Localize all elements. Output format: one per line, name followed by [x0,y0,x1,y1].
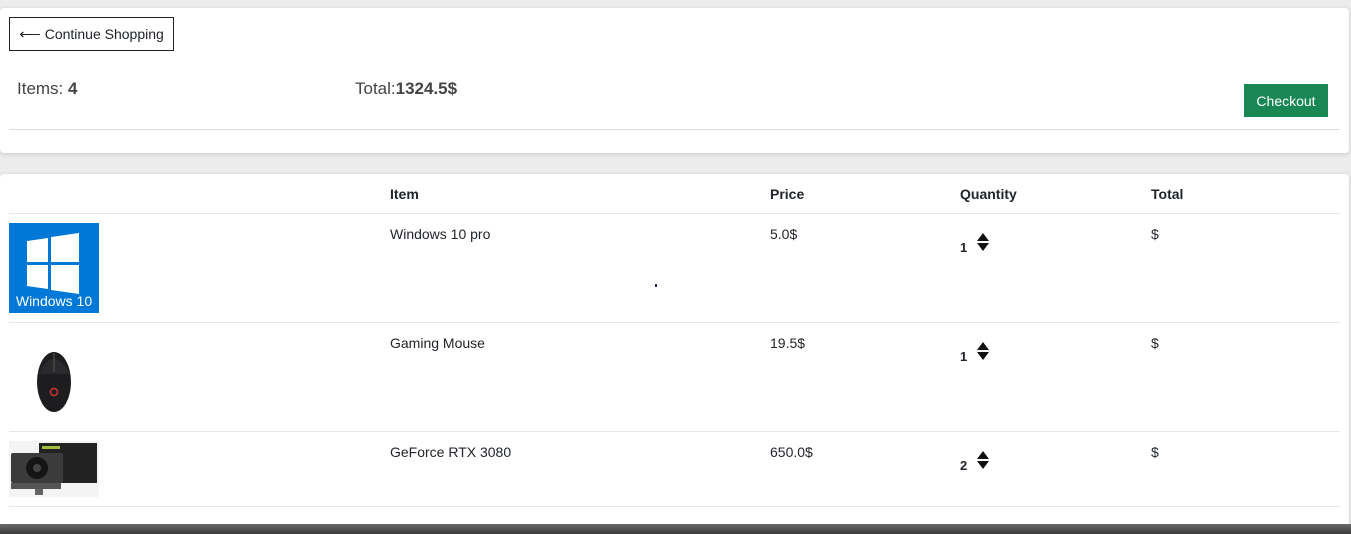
items-count: 4 [68,79,78,98]
item-total: $ [1151,335,1159,351]
windows-10-product-image: Windows 10 [9,223,99,313]
table-row: GeForce RTX 3080 650.0$ 2 $ [9,432,1340,508]
item-price: 19.5$ [770,335,806,351]
quantity-stepper[interactable]: 1 [960,337,990,364]
quantity-spinner[interactable] [977,232,990,251]
item-name: Windows 10 pro [390,226,491,242]
items-label: Items: [17,79,69,98]
continue-shopping-label: Continue Shopping [44,26,164,42]
quantity-spinner[interactable] [977,341,990,360]
total-label: Total: [355,79,396,98]
quantity-spinner[interactable] [977,450,990,469]
cart-total-text: Total:1324.5$ [355,79,457,99]
continue-shopping-button[interactable]: ⟵ Continue Shopping [9,17,174,51]
windows-image-text: Windows 10 [16,293,92,309]
quantity-stepper[interactable]: 1 [960,228,990,255]
increment-icon[interactable] [977,450,990,459]
decrement-icon[interactable] [977,242,990,251]
item-name: Gaming Mouse [390,335,485,351]
arrow-left-icon: ⟵ [19,26,41,43]
stray-mark [655,284,657,287]
cart-summary-card: ⟵ Continue Shopping Items: 4 Total:1324.… [0,8,1349,153]
cart-table-card: Item Price Quantity Total Windows 10 Win… [0,174,1349,526]
items-count-text: Items: 4 [17,79,77,99]
graphics-card-product-image [9,441,99,497]
column-header-quantity: Quantity [960,186,1017,202]
increment-icon[interactable] [977,341,990,350]
table-row: Gaming Mouse 19.5$ 1 $ [9,323,1340,432]
divider [9,129,1340,130]
item-price: 650.0$ [770,444,813,460]
quantity-stepper[interactable]: 2 [960,446,990,473]
checkout-button[interactable]: Checkout [1244,84,1328,117]
total-value: 1324.5$ [395,79,458,98]
quantity-value: 2 [960,458,968,473]
item-total: $ [1151,226,1159,242]
quantity-value: 1 [960,349,968,364]
decrement-icon[interactable] [977,460,990,469]
column-header-price: Price [770,186,805,202]
decrement-icon[interactable] [977,351,990,360]
table-row: Windows 10 Windows 10 pro 5.0$ 1 $ [9,214,1340,323]
quantity-value: 1 [960,240,968,255]
item-total: $ [1151,444,1159,460]
bottom-bar [0,524,1351,534]
column-header-item: Item [390,186,419,202]
row-divider [9,506,1340,507]
column-header-total: Total [1151,186,1184,202]
increment-icon[interactable] [977,232,990,241]
item-price: 5.0$ [770,226,798,242]
gaming-mouse-product-image [9,332,99,422]
item-name: GeForce RTX 3080 [390,444,512,460]
